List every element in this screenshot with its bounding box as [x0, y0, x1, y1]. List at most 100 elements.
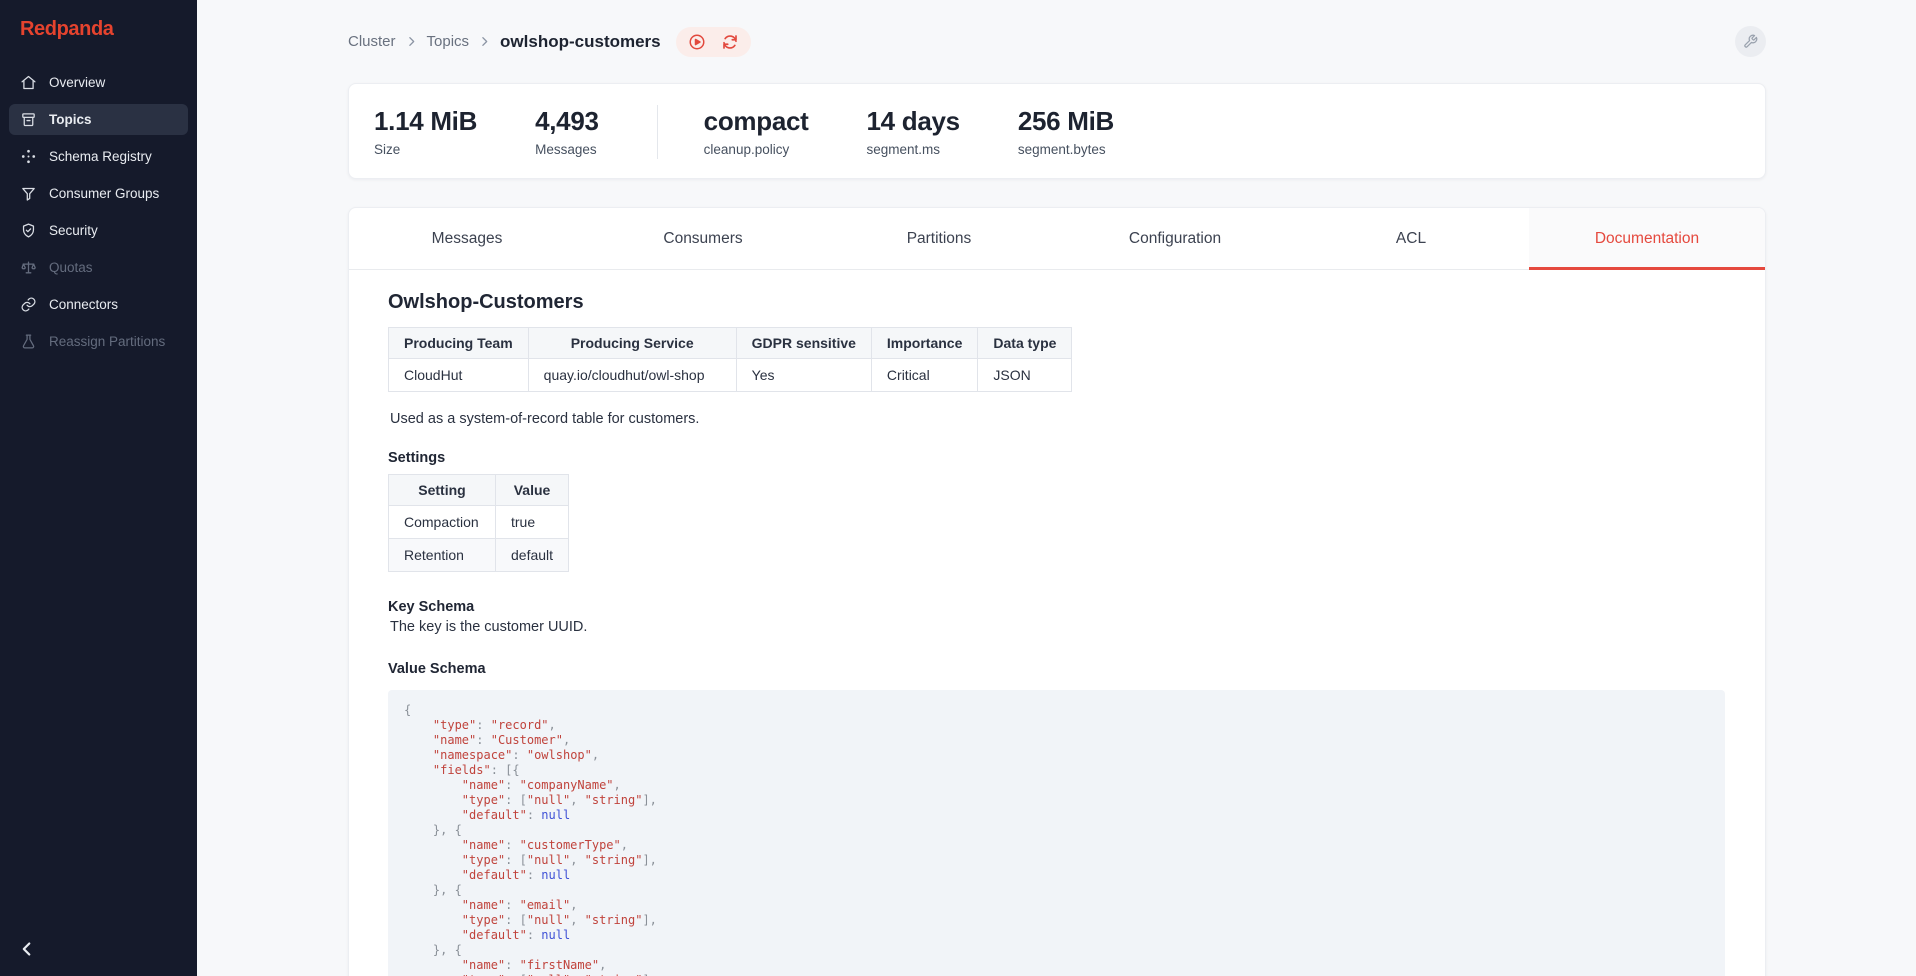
table-row: Retentiondefault [389, 539, 569, 572]
code-line: "name": "Customer", [404, 733, 1709, 748]
code-line: }, { [404, 823, 1709, 838]
stat-value: compact [704, 107, 809, 135]
stat-label: Messages [535, 142, 599, 157]
doc-title: Owlshop-Customers [388, 291, 1725, 314]
tab-acl[interactable]: ACL [1293, 208, 1529, 269]
settings-heading: Settings [388, 450, 1725, 466]
table-cell: default [496, 539, 569, 572]
column-header: GDPR sensitive [736, 328, 871, 359]
sidebar-item-security[interactable]: Security [9, 215, 188, 246]
topic-detail-card: MessagesConsumersPartitionsConfiguration… [348, 207, 1766, 976]
value-schema-heading: Value Schema [388, 661, 1725, 677]
refresh-button[interactable] [721, 33, 739, 51]
chevron-left-icon [16, 938, 38, 960]
code-line: "type": ["null", "string"], [404, 913, 1709, 928]
breadcrumb-topics[interactable]: Topics [427, 33, 470, 50]
stat-segment-ms: 14 dayssegment.ms [867, 107, 960, 157]
value-schema-code-block: { "type": "record", "name": "Customer", … [388, 690, 1725, 976]
connectors-icon [20, 296, 37, 313]
code-line: "default": null [404, 928, 1709, 943]
chevron-right-icon [405, 35, 418, 48]
code-line: "name": "customerType", [404, 838, 1709, 853]
wrench-icon [1743, 34, 1758, 49]
table-cell: Retention [389, 539, 496, 572]
table-header-row: SettingValue [389, 475, 569, 506]
stat-value: 1.14 MiB [374, 107, 477, 135]
column-header: Value [496, 475, 569, 506]
stat-value: 4,493 [535, 107, 599, 135]
sidebar-item-label: Quotas [49, 260, 93, 276]
code-line: }, { [404, 943, 1709, 958]
sidebar-item-label: Connectors [49, 297, 118, 313]
table-cell: Compaction [389, 506, 496, 539]
sidebar: Redpanda Overview Topics Schema Registry Co… [0, 0, 197, 976]
sidebar-item-label: Schema Registry [49, 149, 152, 165]
doc-description: Used as a system-of-record table for cus… [390, 411, 1725, 427]
table-row: CloudHutquay.io/cloudhut/owl-shopYesCrit… [389, 359, 1072, 392]
code-line: }, { [404, 883, 1709, 898]
tab-documentation[interactable]: Documentation [1529, 208, 1765, 269]
tab-consumers[interactable]: Consumers [585, 208, 821, 269]
documentation-panel: Owlshop-Customers Producing TeamProducin… [349, 270, 1765, 976]
sidebar-item-quotas[interactable]: Quotas [9, 252, 188, 283]
chevron-right-icon [478, 35, 491, 48]
sidebar-item-consumer-groups[interactable]: Consumer Groups [9, 178, 188, 209]
stat-label: Size [374, 142, 477, 157]
stats-divider [657, 105, 658, 159]
sidebar-collapse-button[interactable] [16, 938, 38, 960]
tab-configuration[interactable]: Configuration [1057, 208, 1293, 269]
settings-table: SettingValue CompactiontrueRetentiondefa… [388, 474, 569, 572]
code-line: "fields": [{ [404, 763, 1709, 778]
sidebar-item-topics[interactable]: Topics [9, 104, 188, 135]
page-title: owlshop-customers [500, 32, 661, 52]
code-line: "name": "companyName", [404, 778, 1709, 793]
sidebar-item-schema-registry[interactable]: Schema Registry [9, 141, 188, 172]
refresh-icon [721, 33, 739, 51]
code-line: "default": null [404, 808, 1709, 823]
security-icon [20, 222, 37, 239]
breadcrumb-cluster[interactable]: Cluster [348, 33, 396, 50]
sidebar-item-reassign-partitions[interactable]: Reassign Partitions [9, 326, 188, 357]
redpanda-logo: Redpanda [0, 0, 197, 67]
table-cell: Yes [736, 359, 871, 392]
table-cell: CloudHut [389, 359, 529, 392]
key-schema-text: The key is the customer UUID. [390, 619, 1725, 635]
code-line: "type": ["null", "string"], [404, 853, 1709, 868]
main-area: Cluster Topics owlshop-customers 1.14 Mi… [197, 0, 1916, 976]
schema-registry-icon [20, 148, 37, 165]
table-row: Compactiontrue [389, 506, 569, 539]
table-cell: quay.io/cloudhut/owl-shop [528, 359, 736, 392]
breadcrumb: Cluster Topics owlshop-customers [348, 32, 661, 52]
stat-cleanup-policy: compactcleanup.policy [704, 107, 809, 157]
tab-messages[interactable]: Messages [349, 208, 585, 269]
reassign-partitions-icon [20, 333, 37, 350]
column-header: Producing Service [528, 328, 736, 359]
topic-stats-card: 1.14 MiB Size 4,493 Messages compactcleanup… [348, 83, 1766, 179]
produce-record-button[interactable] [688, 33, 706, 51]
sidebar-item-connectors[interactable]: Connectors [9, 289, 188, 320]
sidebar-item-label: Overview [49, 75, 105, 91]
stat-size: 1.14 MiB Size [374, 107, 477, 157]
topic-info-table: Producing TeamProducing ServiceGDPR sens… [388, 327, 1072, 392]
table-cell: JSON [978, 359, 1072, 392]
sidebar-item-overview[interactable]: Overview [9, 67, 188, 98]
code-line: "default": null [404, 868, 1709, 883]
table-cell: true [496, 506, 569, 539]
code-line: "name": "email", [404, 898, 1709, 913]
code-line: { [404, 703, 1709, 718]
code-line: "namespace": "owlshop", [404, 748, 1709, 763]
stat-value: 256 MiB [1018, 107, 1114, 135]
table-cell: Critical [871, 359, 977, 392]
consumer-groups-icon [20, 185, 37, 202]
stat-segment-bytes: 256 MiBsegment.bytes [1018, 107, 1114, 157]
sidebar-item-label: Reassign Partitions [49, 334, 165, 350]
tab-partitions[interactable]: Partitions [821, 208, 1057, 269]
column-header: Setting [389, 475, 496, 506]
stat-value: 14 days [867, 107, 960, 135]
sidebar-item-label: Consumer Groups [49, 186, 159, 202]
table-header-row: Producing TeamProducing ServiceGDPR sens… [389, 328, 1072, 359]
admin-tools-button[interactable] [1735, 26, 1766, 57]
sidebar-nav: Overview Topics Schema Registry Consumer Gr… [0, 67, 197, 357]
tab-bar: MessagesConsumersPartitionsConfiguration… [349, 208, 1765, 270]
sidebar-item-label: Security [49, 223, 98, 239]
